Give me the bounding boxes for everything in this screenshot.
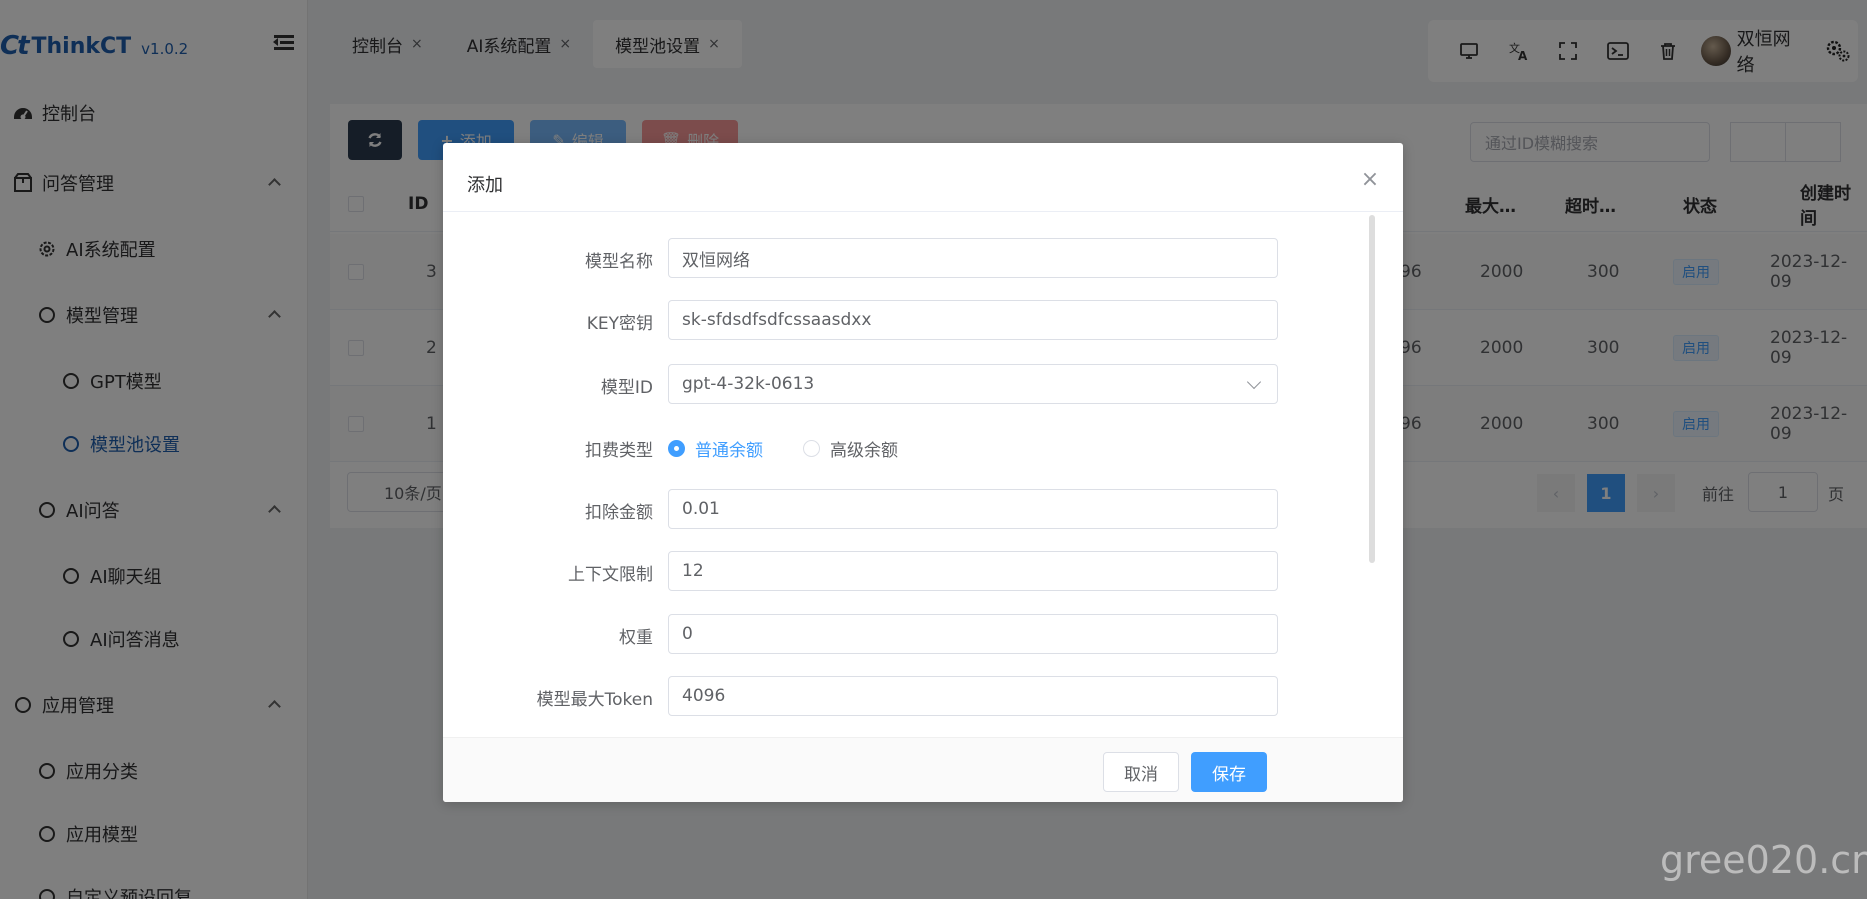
form-row-context-limit: 上下文限制 12 [443,551,1403,593]
radio-label: 普通余额 [695,440,763,461]
cancel-button[interactable]: 取消 [1103,752,1179,792]
dialog-footer: 取消 保存 [443,737,1403,802]
radio-label: 高级余额 [830,440,898,461]
form-row-deduct-amount: 扣除金额 0.01 [443,489,1403,531]
model-name-label: 模型名称 [585,251,653,272]
api-key-label: KEY密钥 [586,313,653,334]
max-token-value: 4096 [682,686,726,706]
model-id-value: gpt-4-32k-0613 [682,374,815,394]
form-row-weight: 权重 0 [443,614,1403,656]
deduct-amount-input[interactable]: 0.01 [668,489,1278,529]
dialog-divider [443,211,1403,212]
save-button[interactable]: 保存 [1191,752,1267,792]
chevron-down-icon [1246,374,1262,390]
fee-type-premium-radio[interactable]: 高级余额 [803,436,898,461]
api-key-input[interactable]: sk-sfdsdfsdfcssaasdxx [668,300,1278,340]
model-id-select[interactable]: gpt-4-32k-0613 [668,364,1278,404]
max-token-input[interactable]: 4096 [668,676,1278,716]
weight-value: 0 [682,624,693,644]
dialog-scrollbar[interactable] [1369,215,1375,563]
dialog-title: 添加 [467,175,503,196]
radio-checked-icon [668,439,685,457]
watermark: gree020.cn [1660,838,1867,882]
context-limit-input[interactable]: 12 [668,551,1278,591]
fee-type-radio-group: 普通余额 高级余额 [668,427,938,469]
form-row-model-id: 模型ID gpt-4-32k-0613 [443,364,1403,406]
form-row-api-key: KEY密钥 sk-sfdsdfsdfcssaasdxx [443,300,1403,342]
weight-input[interactable]: 0 [668,614,1278,654]
fee-type-normal-radio[interactable]: 普通余额 [668,436,763,461]
form-row-max-token: 模型最大Token 4096 [443,676,1403,718]
fee-type-label: 扣费类型 [585,440,653,461]
form-row-fee-type: 扣费类型 普通余额 高级余额 [443,427,1403,469]
max-token-label: 模型最大Token [536,689,653,710]
close-icon[interactable]: × [1359,169,1381,191]
context-limit-value: 12 [682,561,704,581]
model-id-label: 模型ID [600,377,653,398]
deduct-amount-value: 0.01 [682,499,720,519]
api-key-value: sk-sfdsdfsdfcssaasdxx [682,310,872,330]
model-name-value: 双恒网络 [682,250,750,271]
radio-unchecked-icon [803,439,820,457]
context-limit-label: 上下文限制 [568,564,653,585]
deduct-amount-label: 扣除金额 [585,502,653,523]
form-row-model-name: 模型名称 双恒网络 [443,238,1403,280]
weight-label: 权重 [619,627,653,648]
add-dialog: 添加 × 模型名称 双恒网络 KEY密钥 sk-sfdsdfsdfcssaasd… [443,143,1403,802]
model-name-input[interactable]: 双恒网络 [668,238,1278,278]
